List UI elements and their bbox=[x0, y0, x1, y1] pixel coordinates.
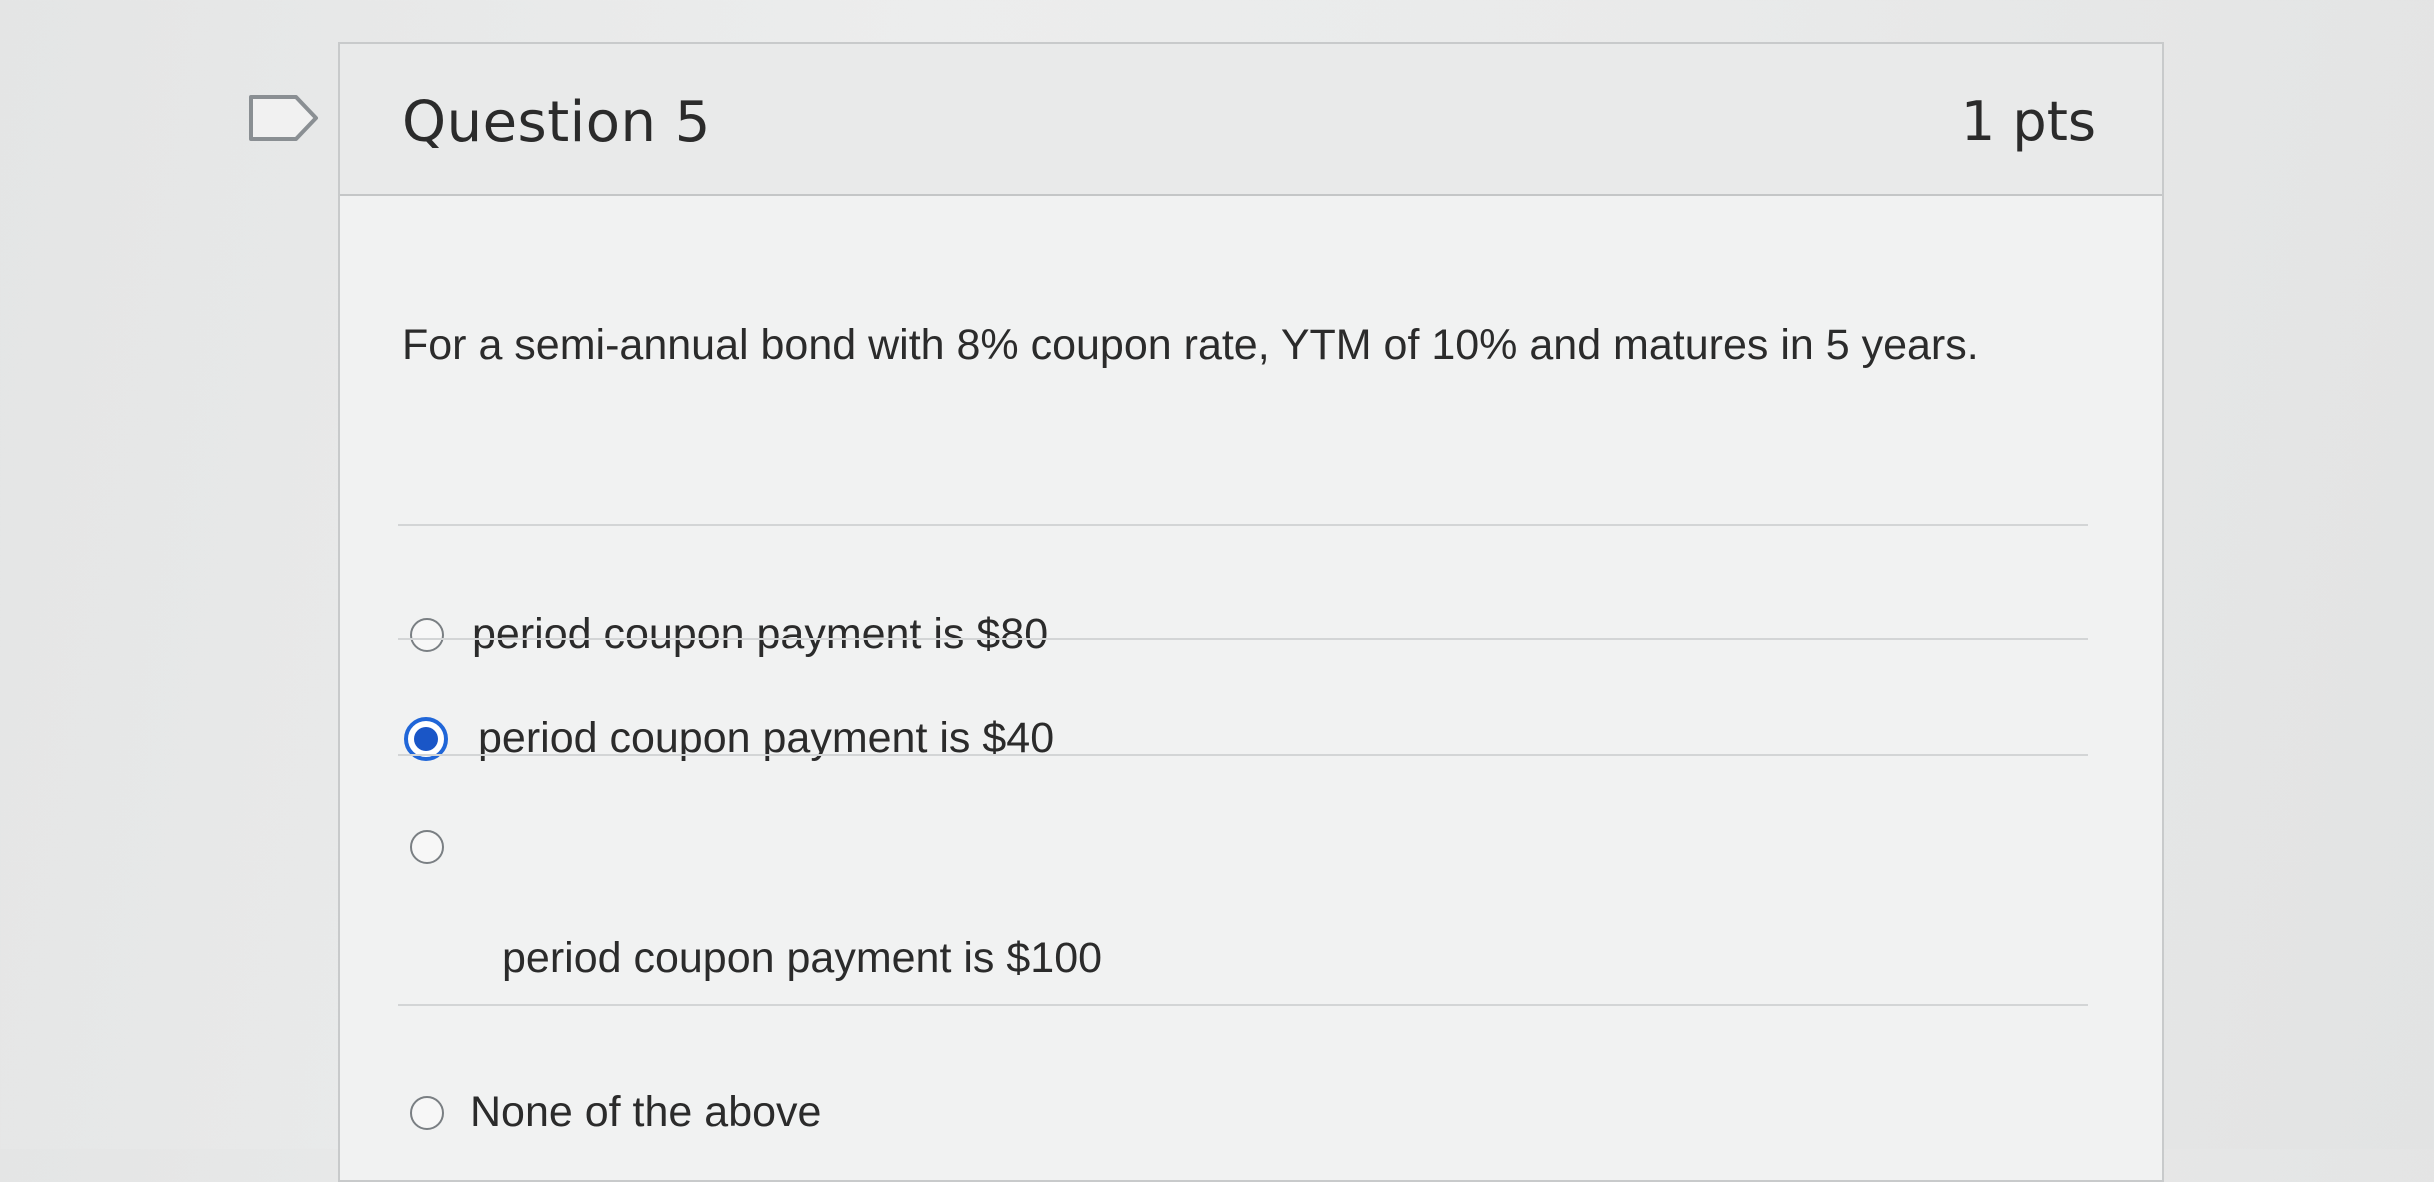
radio-unselected-icon[interactable] bbox=[410, 830, 444, 864]
divider bbox=[398, 1004, 2088, 1006]
divider bbox=[398, 638, 2088, 640]
divider bbox=[398, 524, 2088, 526]
flag-question-icon[interactable] bbox=[248, 94, 320, 142]
radio-unselected-icon[interactable] bbox=[410, 1095, 444, 1130]
radio-unselected-icon[interactable] bbox=[410, 617, 444, 652]
question-title: Question 5 bbox=[402, 90, 711, 155]
answer-option-4[interactable]: None of the above bbox=[410, 1088, 821, 1137]
answer-option-3[interactable] bbox=[410, 830, 444, 864]
answer-label: None of the above bbox=[470, 1088, 822, 1136]
answer-label: period coupon payment is $100 bbox=[502, 934, 1103, 982]
answer-label: period coupon payment is $80 bbox=[472, 610, 1049, 658]
question-points: 1 pts bbox=[1960, 90, 2096, 153]
question-card: Question 5 1 pts For a semi-annual bond … bbox=[338, 42, 2164, 1182]
answer-option-1[interactable]: period coupon payment is $80 bbox=[410, 610, 1048, 659]
question-text: For a semi-annual bond with 8% coupon ra… bbox=[402, 321, 1979, 369]
question-header: Question 5 1 pts bbox=[340, 44, 2162, 196]
divider bbox=[398, 754, 2088, 756]
